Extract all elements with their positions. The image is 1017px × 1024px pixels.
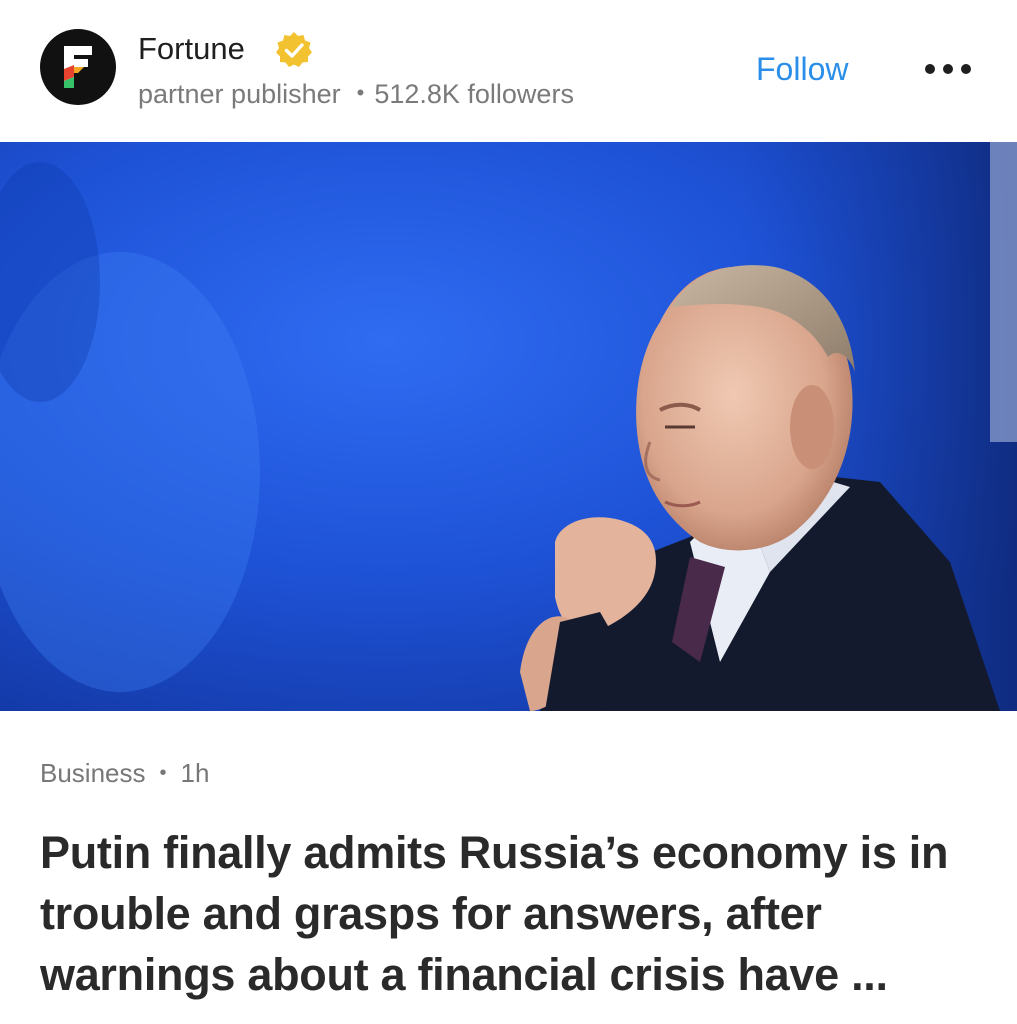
publisher-name[interactable]: Fortune [138, 30, 245, 68]
article-meta: Business • 1h [40, 756, 209, 790]
fortune-logo-icon[interactable] [40, 29, 116, 105]
followers-count: 512.8K followers [374, 79, 574, 109]
verified-badge-icon [274, 30, 314, 70]
article-time: 1h [180, 758, 210, 788]
article-headline[interactable]: Putin finally admits Russia’s economy is… [40, 822, 980, 1005]
follow-button[interactable]: Follow [756, 50, 848, 88]
more-options-icon[interactable] [920, 54, 976, 84]
publisher-header: Fortune partner publisher • 512.8K followe… [0, 0, 1017, 142]
publisher-meta: partner publisher • 512.8K followers [138, 76, 574, 111]
publisher-subtitle: partner publisher [138, 79, 341, 109]
article-category[interactable]: Business [40, 758, 146, 788]
separator-dot: • [159, 762, 167, 784]
separator-dot: • [356, 80, 365, 105]
article-hero-image[interactable] [0, 142, 1017, 711]
